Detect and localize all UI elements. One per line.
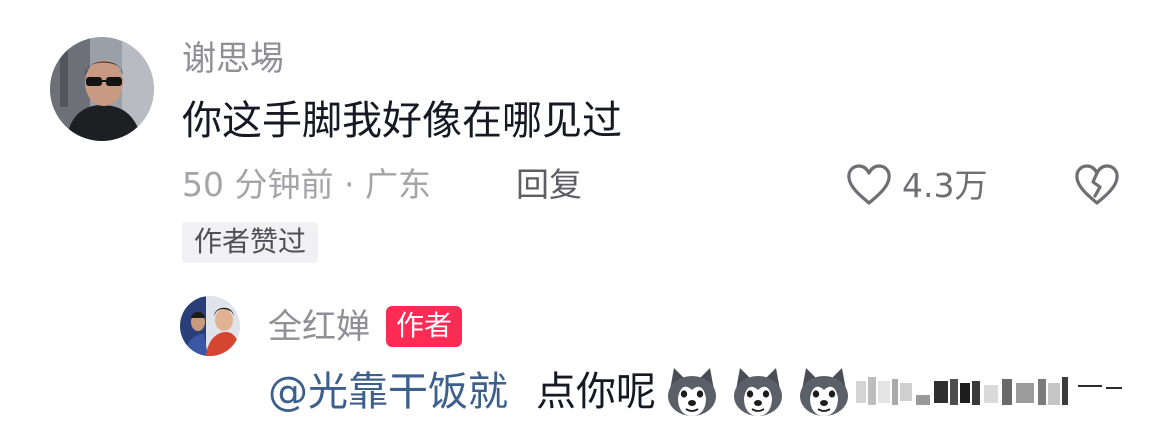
reply-author-line: 全红婵 作者 bbox=[268, 306, 463, 347]
mention-link[interactable]: @光靠干饭就 bbox=[268, 372, 508, 412]
like-count: 4.3万 bbox=[902, 165, 988, 205]
reply-text: 点你呢 bbox=[536, 369, 656, 415]
commenter-name[interactable]: 谢思埸 bbox=[182, 42, 284, 76]
heart-outline-icon bbox=[847, 164, 891, 205]
reply-author-avatar[interactable] bbox=[180, 296, 240, 356]
author-tag: 作者 bbox=[386, 306, 463, 347]
reply-button[interactable]: 回复 bbox=[516, 168, 582, 201]
comment-time-location: 50 分钟前 · 广东 bbox=[182, 165, 431, 204]
reply-author-name[interactable]: 全红婵 bbox=[268, 310, 370, 344]
comment-text: 你这手脚我好像在哪见过 bbox=[182, 98, 622, 144]
husky-dog-emoji bbox=[734, 368, 782, 416]
avatar-image bbox=[180, 296, 240, 356]
commenter-avatar[interactable] bbox=[50, 37, 154, 141]
reply-text-line: @光靠干饭就 点你呢 bbox=[268, 362, 1126, 422]
avatar-image bbox=[50, 37, 154, 141]
author-liked-badge: 作者赞过 bbox=[182, 222, 319, 263]
censored-text-block bbox=[856, 377, 1122, 405]
dislike-button[interactable] bbox=[1074, 164, 1120, 210]
husky-dog-emoji bbox=[800, 368, 848, 416]
broken-heart-icon bbox=[1075, 164, 1119, 205]
like-button[interactable]: 4.3万 bbox=[846, 164, 987, 206]
husky-dog-emoji bbox=[668, 368, 716, 416]
